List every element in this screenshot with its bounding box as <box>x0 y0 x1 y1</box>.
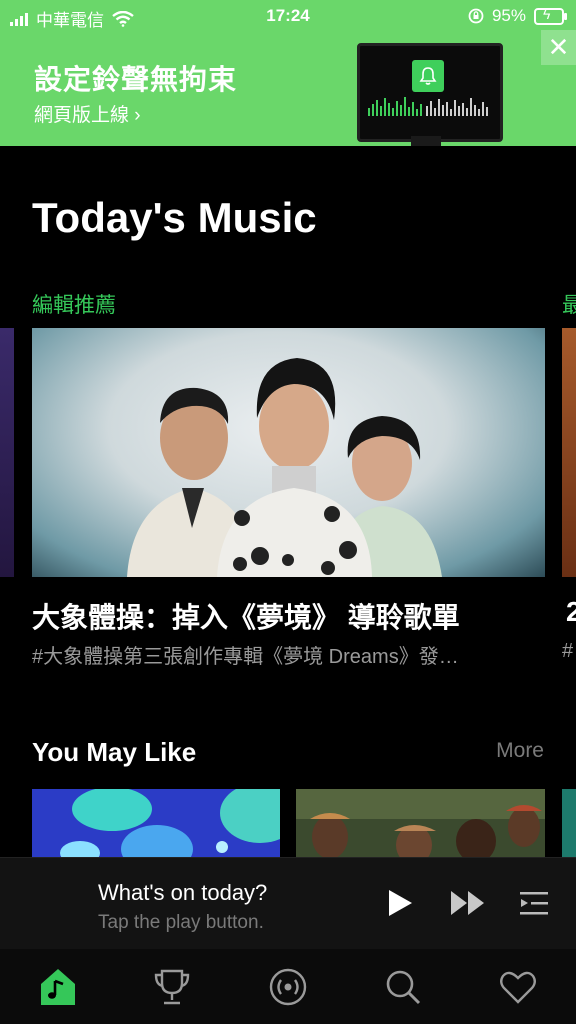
search-icon[interactable] <box>383 967 423 1007</box>
next-card-peek[interactable] <box>562 328 576 577</box>
section-label: 編輯推薦 <box>32 294 116 317</box>
close-banner-button[interactable]: ✕ <box>541 30 576 65</box>
status-bar: 中華電信 17:24 95% ϟ <box>0 0 576 34</box>
battery-icon: ϟ <box>534 6 567 25</box>
more-link[interactable]: More <box>496 739 544 763</box>
abstract-art-thumbnail <box>32 789 280 861</box>
banner-title: 設定鈴聲無拘束 <box>34 64 238 95</box>
mini-player-subtitle: Tap the play button. <box>98 912 264 933</box>
trophy-icon[interactable] <box>152 967 192 1007</box>
monitor-stand <box>411 136 441 146</box>
fast-forward-icon[interactable] <box>450 890 486 916</box>
orientation-lock-icon <box>468 8 484 24</box>
mini-player[interactable]: What's on today? Tap the play button. <box>0 857 576 950</box>
previous-card-peek[interactable] <box>0 328 14 577</box>
next-recommendation-peek[interactable] <box>562 789 576 861</box>
banner-link[interactable]: 網頁版上線 › <box>34 100 141 127</box>
next-card-subtitle-peek: # <box>562 640 574 662</box>
recommendation-card[interactable] <box>296 789 545 861</box>
queue-list-icon[interactable] <box>520 890 550 918</box>
recommendation-card[interactable] <box>32 789 280 861</box>
featured-playlist-image[interactable] <box>32 328 545 577</box>
next-card-title-peek: 2 <box>566 596 576 627</box>
waveform-graphic <box>368 97 488 116</box>
featured-playlist-subtitle: #大象體操第三張創作專輯《夢境 Dreams》發… <box>32 646 459 668</box>
home-music-icon[interactable] <box>38 967 78 1007</box>
featured-playlist-title[interactable]: 大象體操：掉入《夢境》 導聆歌單 <box>32 596 460 636</box>
mini-player-title: What's on today? <box>98 880 268 905</box>
band-photo <box>127 358 442 577</box>
battery-percent: 95% <box>491 6 526 25</box>
monitor-illustration <box>357 43 503 142</box>
heart-icon[interactable] <box>498 967 538 1007</box>
bell-icon <box>412 60 444 92</box>
promo-banner[interactable]: 中華電信 17:24 95% ϟ 設定鈴聲無拘束 網頁版上線 › ✕ <box>0 0 576 146</box>
page-title: Today's Music <box>32 194 317 241</box>
tab-bar <box>0 949 576 1024</box>
group-photo-thumbnail <box>296 789 545 861</box>
play-icon[interactable] <box>386 888 414 918</box>
next-section-label-peek: 最 <box>562 294 576 317</box>
you-may-like-title: You May Like <box>32 737 197 767</box>
radio-broadcast-icon[interactable] <box>268 967 308 1007</box>
